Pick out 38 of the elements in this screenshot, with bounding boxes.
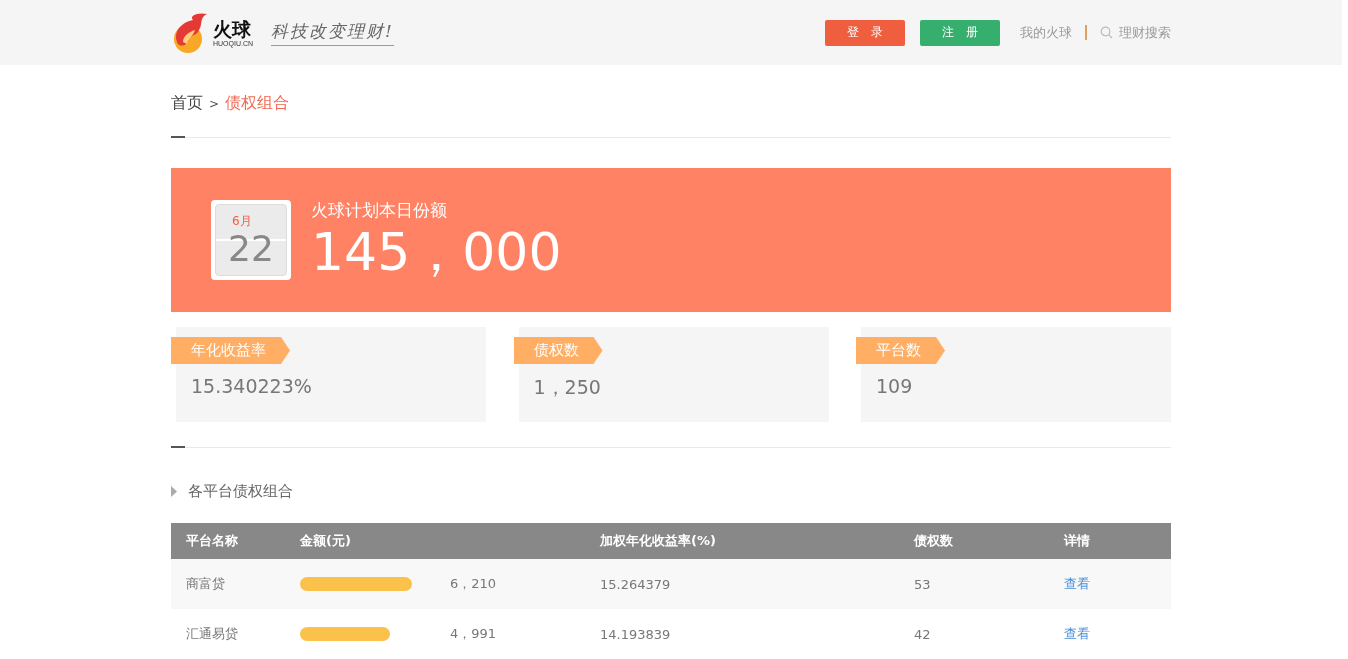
column-header: 债权数: [914, 533, 953, 548]
login-button[interactable]: 登 录: [825, 19, 905, 46]
breadcrumb-home[interactable]: 首页: [171, 93, 203, 114]
table-cell: 53: [914, 576, 931, 592]
search-icon: [1100, 26, 1113, 39]
breadcrumb-current: 债权组合: [225, 93, 290, 114]
stat-value: 109: [876, 375, 913, 397]
stat-value: 15.340223%: [191, 375, 312, 397]
table-cell: 14.193839: [600, 626, 671, 642]
view-link[interactable]: 查看: [1064, 576, 1090, 591]
column-header: 平台名称: [186, 533, 238, 548]
banner-title: 火球计划本日份额: [311, 198, 448, 222]
logo-wordmark: 火球: [213, 18, 252, 40]
my-account-link[interactable]: 我的火球: [1020, 23, 1072, 42]
stat-label-ribbon: 年化收益率: [171, 337, 290, 364]
table-cell: 商富贷: [186, 576, 225, 591]
breadcrumb-separator: >: [209, 97, 220, 111]
column-header: 详情: [1064, 533, 1090, 548]
stat-value: 1，250: [533, 375, 601, 400]
finance-search-link[interactable]: 理财搜索: [1119, 23, 1171, 42]
view-link[interactable]: 查看: [1064, 626, 1090, 641]
calendar-day: 22: [216, 230, 286, 268]
slogan: 科技改变理财!: [271, 19, 394, 46]
table-cell: 汇通易贷: [186, 626, 238, 641]
table-cell: 15.264379: [600, 576, 671, 592]
table-cell: 4，991: [450, 626, 497, 641]
flame-logo-icon: [171, 11, 209, 54]
banner-amount: 145，000: [311, 221, 562, 282]
section-title: 各平台债权组合: [188, 482, 293, 501]
column-header: 金额(元): [300, 533, 351, 548]
stat-label-ribbon: 平台数: [856, 337, 945, 364]
calendar-month: 6月: [232, 213, 253, 230]
column-header: 加权年化收益率(%): [600, 533, 716, 548]
table-cell: 42: [914, 626, 931, 642]
table-cell: 6，210: [450, 576, 497, 591]
triangle-icon: [171, 486, 177, 497]
register-button[interactable]: 注 册: [920, 19, 1000, 46]
stat-label-ribbon: 债权数: [513, 337, 603, 364]
